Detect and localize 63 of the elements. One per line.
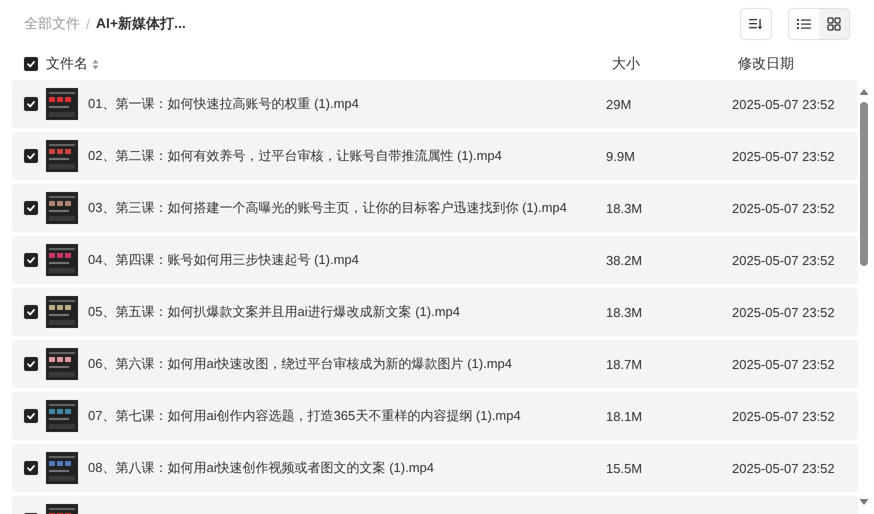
file-name: 01、第一课：如何快速拉高账号的权重 (1).mp4 bbox=[88, 95, 360, 113]
video-thumbnail bbox=[46, 140, 78, 172]
checkbox[interactable] bbox=[24, 461, 38, 475]
checkbox[interactable] bbox=[24, 201, 38, 215]
checkbox[interactable] bbox=[24, 149, 38, 163]
file-size: 18.1M bbox=[606, 408, 644, 424]
modified-date: 2025-05-07 23:52 bbox=[732, 200, 836, 216]
file-size: 15.5M bbox=[606, 460, 644, 476]
modified-date: 2025-05-07 23:52 bbox=[732, 148, 836, 164]
video-thumbnail bbox=[46, 400, 78, 432]
modified-date: 2025-05-07 23:52 bbox=[732, 408, 836, 424]
checkbox[interactable] bbox=[24, 305, 38, 319]
file-row[interactable]: 03、第三课：如何搭建一个高曝光的账号主页，让你的目标客户迅速找到你 (1).mp4 18.3M 2025-05-07 23:52 bbox=[12, 184, 858, 232]
video-thumbnail bbox=[46, 88, 78, 120]
file-name: 06、第六课：如何用ai快速改图，绕过平台审核成为新的爆款图片 (1).mp4 bbox=[88, 355, 513, 373]
file-row[interactable]: 05、第五课：如何扒爆款文案并且用ai进行爆改成新文案 (1).mp4 18.3M 2025-05-07 23:52 bbox=[12, 288, 858, 336]
video-thumbnail bbox=[46, 244, 78, 276]
column-header: 大小 bbox=[612, 55, 640, 73]
checkbox[interactable] bbox=[24, 57, 38, 71]
checkbox[interactable] bbox=[24, 409, 38, 423]
file-size: 18.3M bbox=[606, 200, 644, 216]
grid-view-icon bbox=[827, 17, 841, 31]
file-size: 9.9M bbox=[606, 148, 636, 164]
checkbox[interactable] bbox=[24, 357, 38, 371]
video-thumbnail bbox=[46, 192, 78, 224]
video-thumbnail bbox=[46, 296, 78, 328]
file-row[interactable]: 07、第七课：如何用ai创作内容选题，打造365天不重样的内容提纲 (1).mp4 18.1M 2025-05-07 23:52 bbox=[12, 392, 858, 440]
file-name: 04、第四课：账号如何用三步快速起号 (1).mp4 bbox=[88, 251, 360, 269]
scroll-down-icon[interactable] bbox=[859, 498, 869, 506]
sort-arrows-icon[interactable] bbox=[92, 58, 99, 70]
file-name: 03、第三课：如何搭建一个高曝光的账号主页，让你的目标客户迅速找到你 (1).mp4 bbox=[88, 199, 568, 217]
modified-date: 2025-05-07 23:52 bbox=[732, 304, 836, 320]
file-name: 07、第七课：如何用ai创作内容选题，打造365天不重样的内容提纲 (1).mp4 bbox=[88, 407, 522, 425]
file-size: 29M bbox=[606, 96, 632, 112]
column-header[interactable]: 文件名 bbox=[46, 55, 88, 73]
checkbox[interactable] bbox=[24, 97, 38, 111]
video-thumbnail bbox=[46, 348, 78, 380]
file-name: 02、第二课：如何有效养号，过平台审核，让账号自带推流属性 (1).mp4 bbox=[88, 147, 503, 165]
file-name: 08、第八课：如何用ai快速创作视频或者图文的文案 (1).mp4 bbox=[88, 459, 435, 477]
file-name: 05、第五课：如何扒爆款文案并且用ai进行爆改成新文案 (1).mp4 bbox=[88, 303, 461, 321]
breadcrumb-separator: / bbox=[86, 16, 90, 32]
sort-button[interactable] bbox=[740, 8, 772, 40]
file-row[interactable]: 02、第二课：如何有效养号，过平台审核，让账号自带推流属性 (1).mp4 9.9M 2025-05-07 23:52 bbox=[12, 132, 858, 180]
modified-date: 2025-05-07 23:52 bbox=[732, 460, 836, 476]
file-row[interactable]: 08、第八课：如何用ai快速创作视频或者图文的文案 (1).mp4 15.5M 2025-05-07 23:52 bbox=[12, 444, 858, 492]
file-size: 18.3M bbox=[606, 304, 644, 320]
scroll-up-icon[interactable] bbox=[859, 88, 869, 96]
file-size: 38.2M bbox=[606, 252, 644, 268]
breadcrumb-item: AI+新媒体打... bbox=[96, 15, 186, 33]
file-row[interactable]: 01、第一课：如何快速拉高账号的权重 (1).mp4 29M 2025-05-07 23:52 bbox=[12, 80, 858, 128]
checkbox[interactable] bbox=[24, 253, 38, 267]
scrollbar-thumb[interactable] bbox=[860, 102, 868, 266]
sort-icon bbox=[749, 18, 763, 30]
column-header: 修改日期 bbox=[738, 55, 794, 73]
modified-date: 2025-05-07 23:52 bbox=[732, 356, 836, 372]
file-row[interactable]: 04、第四课：账号如何用三步快速起号 (1).mp4 38.2M 2025-05-07 23:52 bbox=[12, 236, 858, 284]
modified-date: 2025-05-07 23:52 bbox=[732, 252, 836, 268]
modified-date: 2025-05-07 23:52 bbox=[732, 96, 836, 112]
video-thumbnail bbox=[46, 452, 78, 484]
file-row[interactable]: 06、第六课：如何用ai快速改图，绕过平台审核成为新的爆款图片 (1).mp4 18.7M 2025-05-07 23:52 bbox=[12, 340, 858, 388]
grid-view-button[interactable] bbox=[819, 9, 849, 39]
list-view-icon bbox=[797, 18, 811, 30]
file-size: 18.7M bbox=[606, 356, 644, 372]
